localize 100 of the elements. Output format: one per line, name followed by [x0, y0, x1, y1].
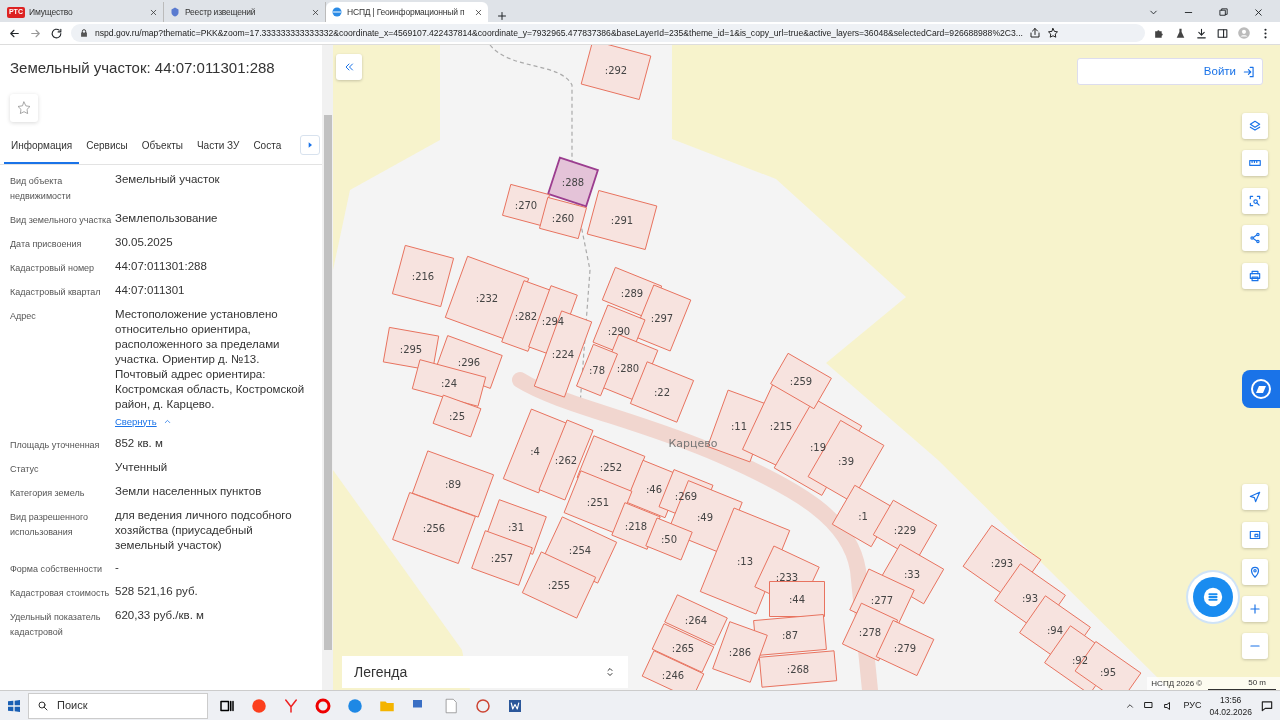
- search-icon: [37, 699, 49, 712]
- field-label: Форма собственности: [10, 562, 104, 576]
- up-down-icon: [604, 666, 616, 678]
- area-search-icon: [1248, 194, 1262, 208]
- parcel-number: :218: [624, 520, 648, 532]
- scrollbar[interactable]: [322, 45, 333, 690]
- tab[interactable]: Сервисы: [79, 137, 135, 164]
- parcel-number: :259: [789, 375, 813, 387]
- close-icon[interactable]: [474, 7, 483, 17]
- field-value: 44:07:011301: [115, 282, 186, 298]
- restore-icon[interactable]: [1218, 7, 1229, 18]
- close-icon[interactable]: [149, 7, 158, 17]
- share-icon[interactable]: [1028, 27, 1041, 39]
- app-icon[interactable]: [474, 696, 492, 715]
- parcel-number: :49: [696, 511, 714, 523]
- download-icon[interactable]: [1195, 26, 1208, 40]
- share-icon: [1248, 231, 1262, 245]
- triangle-right-icon: [306, 140, 314, 149]
- plus-icon[interactable]: [496, 10, 508, 22]
- location-arrow-button[interactable]: [1242, 484, 1268, 510]
- parcel-number: :256: [422, 522, 446, 534]
- field-value: -: [115, 559, 120, 575]
- panel-title: Земельный участок: 44:07:011301:288: [10, 58, 276, 78]
- tab[interactable]: Части ЗУ: [189, 137, 247, 164]
- parcel-number: :279: [893, 642, 917, 654]
- flask-icon[interactable]: [1174, 26, 1187, 40]
- field-label: Площадь уточненная: [10, 438, 101, 452]
- area-search-button[interactable]: [1242, 188, 1268, 214]
- star-icon: [16, 99, 32, 116]
- tab[interactable]: Соста: [246, 137, 289, 164]
- parcel-number: :13: [736, 555, 754, 567]
- zoom-in-button[interactable]: [1242, 596, 1268, 622]
- parcel-number: :95: [1099, 666, 1117, 678]
- field-label: Статус: [10, 462, 40, 476]
- field-label: Кадастровая стоимость: [10, 586, 111, 600]
- address-bar[interactable]: nspd.gov.ru/map?thematic=PKK&zoom=17.333333333333332&coordinate_x=4569107.422437814&coordinate_y=7932965.477837386&baseLayerId=235&theme_id=1&is_copy_url=true&active_layers=36048&selectedCard=926688988%2C3...: [71, 24, 1145, 42]
- field-label: Вид объекта недвижимости: [10, 174, 72, 203]
- tab[interactable]: Объекты: [134, 137, 190, 164]
- field-value: для ведения личного подсобного хозяйства (приусадебный земельный участок): [115, 507, 293, 553]
- field-value: Земельный участок: [115, 171, 221, 187]
- double-chevron-left-icon: [343, 61, 355, 73]
- close-icon[interactable]: [311, 7, 320, 17]
- parcel-number: :216: [411, 270, 435, 282]
- parcel-number: :46: [645, 483, 663, 495]
- language-indicator[interactable]: РУС: [1183, 698, 1202, 713]
- windows-icon[interactable]: [6, 697, 22, 714]
- parcel-number: :33: [903, 568, 921, 580]
- parcel-number: :268: [786, 663, 810, 675]
- taskbar-search[interactable]: Поиск: [28, 692, 208, 719]
- print-button[interactable]: [1242, 263, 1268, 289]
- minimap-button[interactable]: [1242, 522, 1268, 548]
- layers-button[interactable]: [1242, 113, 1268, 139]
- tab[interactable]: Информация: [4, 137, 80, 164]
- field-label: Кадастровый номер: [10, 261, 96, 275]
- parcel-number: :280: [616, 362, 640, 374]
- login-icon: [1242, 64, 1256, 79]
- location-pin-button[interactable]: [1242, 559, 1268, 585]
- collapse-link[interactable]: Свернуть: [115, 413, 172, 429]
- field-value: Землепользование: [115, 210, 219, 226]
- close-icon[interactable]: [1253, 7, 1264, 18]
- zoom-in-icon: [1248, 602, 1262, 616]
- parcel-number: :293: [990, 557, 1014, 569]
- clock-date[interactable]: 04.02.2026: [1209, 705, 1252, 718]
- print-icon: [1248, 269, 1262, 283]
- side-tab-button[interactable]: [1242, 370, 1280, 408]
- parcel-number: :94: [1046, 624, 1064, 636]
- parcel-number: :257: [490, 552, 514, 564]
- sidebar-icon[interactable]: [1216, 26, 1229, 40]
- reload-icon[interactable]: [50, 26, 63, 40]
- tab-title: Реестр извещений: [185, 5, 257, 19]
- parcel-number: :254: [568, 544, 592, 556]
- clock-time[interactable]: 13:56: [1209, 693, 1252, 706]
- parcel-number: :92: [1071, 654, 1089, 666]
- lock-icon: [79, 28, 89, 38]
- share-button[interactable]: [1242, 225, 1268, 251]
- tab-title: НСПД | Геоинформационный п: [347, 5, 466, 19]
- parcel-number: :78: [588, 364, 606, 376]
- parcel-number: :269: [674, 490, 698, 502]
- place-name: Карцево: [668, 437, 718, 450]
- ruler-button[interactable]: [1242, 150, 1268, 176]
- parcel-number: :255: [547, 579, 571, 591]
- parcel-number: :296: [457, 356, 481, 368]
- parcel-number: :270: [514, 199, 538, 211]
- star-icon[interactable]: [1046, 27, 1059, 39]
- parcel-number: :290: [607, 325, 631, 337]
- notification-icon[interactable]: [1260, 698, 1274, 713]
- browser-tab[interactable]: НСПД | Геоинформационный п: [326, 2, 488, 22]
- field-label: Дата присвоения: [10, 237, 83, 251]
- login-button[interactable]: Войти: [1203, 63, 1256, 81]
- field-value: Учтенный: [115, 459, 169, 475]
- parcel-number: :1: [858, 510, 868, 522]
- parcel-number: :295: [399, 343, 423, 355]
- field-label: Удельный показатель кадастровой: [10, 610, 102, 639]
- parcel-number: :233: [775, 571, 799, 583]
- parcel-number: :89: [444, 478, 462, 490]
- parcel-number: :246: [661, 669, 685, 681]
- field-label: Категория земель: [10, 486, 86, 500]
- legend-dropdown[interactable]: Легенда: [342, 656, 628, 688]
- field-label: Вид разрешенного использования: [10, 510, 90, 539]
- chat-icon: [1202, 586, 1224, 608]
